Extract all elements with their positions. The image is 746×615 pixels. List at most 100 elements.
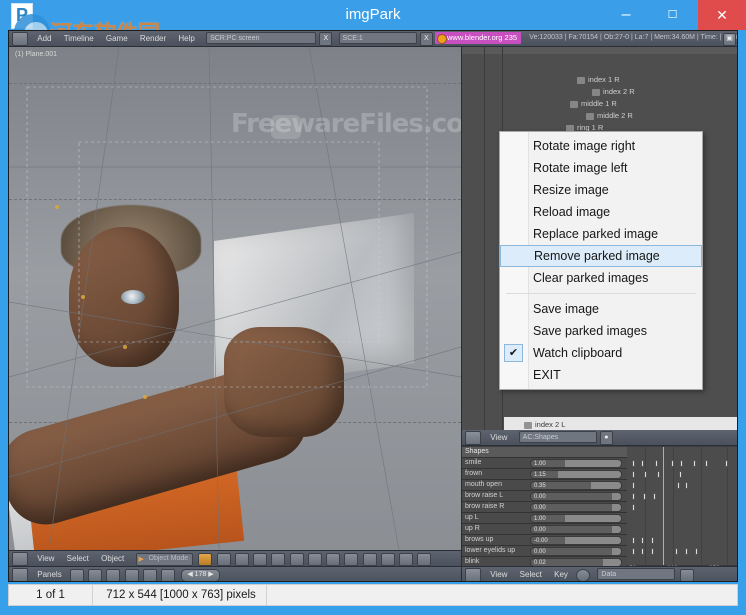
keyframe[interactable] [641, 537, 644, 544]
keyframe[interactable] [632, 548, 635, 555]
action-menu-view[interactable]: View [485, 430, 512, 446]
action-browse-icon[interactable] [576, 569, 590, 582]
action-footer-menu-view[interactable]: View [485, 567, 512, 582]
keyframe[interactable] [651, 548, 654, 555]
keyframe[interactable] [725, 460, 728, 467]
channel-slider[interactable]: 0.00 [530, 525, 622, 534]
channel-row-brow-raise-r[interactable]: brow raise R 0.00 [462, 502, 627, 513]
channel-row-lower-eyelids-up[interactable]: lower eyelids up 0.00 [462, 546, 627, 557]
menu-timeline[interactable]: Timeline [59, 31, 99, 47]
layer-5-icon[interactable] [326, 553, 340, 566]
action-keyframe-grid[interactable] [627, 447, 738, 565]
keyframe[interactable] [641, 460, 644, 467]
keyframe[interactable] [671, 460, 674, 467]
channel-row-smile[interactable]: smile 1.00 [462, 458, 627, 469]
menu-item-reload-image[interactable]: Reload image [500, 201, 702, 223]
minimize-button[interactable]: – [605, 0, 647, 30]
layer-6-icon[interactable] [344, 553, 358, 566]
action-footer-menu-key[interactable]: Key [549, 567, 573, 582]
pivot-icon[interactable] [217, 553, 231, 566]
channel-slider[interactable]: 1.15 [530, 470, 622, 479]
channel-slider[interactable]: 0.00 [530, 547, 622, 556]
blender-window-type-icon[interactable] [12, 32, 28, 46]
close-button[interactable]: ✕ [698, 0, 746, 30]
context-menu[interactable]: Rotate image right Rotate image left Res… [499, 131, 703, 390]
keyframe[interactable] [685, 548, 688, 555]
channel-row-up-l[interactable]: up L 1.00 [462, 513, 627, 524]
buttons-editor-type-icon[interactable] [12, 568, 28, 582]
keyframe[interactable] [632, 493, 635, 500]
layer-2-icon[interactable] [271, 553, 285, 566]
viewport-3d[interactable]: FreewareFiles.com [9, 47, 461, 550]
keyframe[interactable] [653, 493, 656, 500]
outliner-item-index-2-r[interactable]: index 2 R [592, 87, 635, 96]
keyframe[interactable] [632, 504, 635, 511]
menu-item-save-image[interactable]: Save image [500, 298, 702, 320]
maximize-button[interactable]: ☐ [652, 0, 694, 30]
panels-menu[interactable]: Panels [32, 567, 66, 582]
keyframe[interactable] [632, 471, 635, 478]
keyframe[interactable] [651, 537, 654, 544]
current-frame-field[interactable]: ◀ 178 ▶ [181, 569, 219, 582]
channel-row-mouth-open[interactable]: mouth open 0.35 [462, 480, 627, 491]
channel-group-header[interactable]: Shapes [462, 447, 627, 458]
panel-scene-icon[interactable] [125, 569, 139, 582]
menu-game[interactable]: Game [101, 31, 133, 47]
keyframe[interactable] [657, 471, 660, 478]
channel-slider[interactable]: 1.00 [530, 514, 622, 523]
panel-object-icon[interactable] [88, 569, 102, 582]
keyframe[interactable] [680, 460, 683, 467]
scene-delete-icon[interactable]: X [420, 32, 433, 46]
keyframe[interactable] [644, 471, 647, 478]
viewport-menu-view[interactable]: View [32, 551, 59, 567]
channel-slider[interactable]: 0.00 [530, 492, 622, 501]
action-fake-user-icon[interactable] [680, 569, 694, 582]
keyframe[interactable] [693, 460, 696, 467]
menu-item-resize-image[interactable]: Resize image [500, 179, 702, 201]
viewport-menu-object[interactable]: Object [96, 551, 129, 567]
menu-item-rotate-image-right[interactable]: Rotate image right [500, 135, 702, 157]
keyframe[interactable] [632, 537, 635, 544]
shading-mode-icon[interactable] [198, 553, 212, 566]
parked-image-blender-screenshot[interactable]: Add Timeline Game Render Help SCR:PC scr… [8, 30, 738, 582]
menu-help[interactable]: Help [173, 31, 199, 47]
viewport-editor-type-icon[interactable] [12, 552, 28, 566]
layer-1-icon[interactable] [253, 553, 267, 566]
menu-add[interactable]: Add [32, 31, 56, 47]
keyframe[interactable] [685, 482, 688, 489]
panel-shading-icon[interactable] [143, 569, 157, 582]
menu-render[interactable]: Render [135, 31, 171, 47]
layer-3-icon[interactable] [290, 553, 304, 566]
channel-row-frown[interactable]: frown 1.15 [462, 469, 627, 480]
menu-item-save-parked-images[interactable]: Save parked images [500, 320, 702, 342]
channel-slider[interactable]: 1.00 [530, 459, 622, 468]
channel-row-brow-raise-l[interactable]: brow raise L 0.00 [462, 491, 627, 502]
menu-item-replace-parked-image[interactable]: Replace parked image [500, 223, 702, 245]
action-channel-list[interactable]: Shapes smile 1.00 frown 1.15 mouth open … [462, 447, 738, 565]
action-name-field[interactable]: AC:Shapes [519, 431, 597, 443]
layer-8-icon[interactable] [381, 553, 395, 566]
menu-item-rotate-image-left[interactable]: Rotate image left [500, 157, 702, 179]
keyframe[interactable] [655, 460, 658, 467]
channel-slider[interactable]: 0.00 [530, 503, 622, 512]
action-unlink-icon[interactable]: ● [600, 431, 613, 445]
keyframe[interactable] [632, 482, 635, 489]
screen-field[interactable]: SCR:PC screen [206, 32, 316, 44]
channel-row-brows-up[interactable]: brows up -0.00 [462, 535, 627, 546]
action-footer-menu-select[interactable]: Select [515, 567, 547, 582]
outliner-item-middle-2-r[interactable]: middle 2 R [586, 111, 633, 120]
blender-version-url[interactable]: www.blender.org 235 [435, 32, 521, 44]
keyframe[interactable] [675, 548, 678, 555]
action-footer-type-icon[interactable] [465, 568, 481, 582]
menu-item-remove-parked-image[interactable]: Remove parked image [500, 245, 702, 267]
panel-editing-icon[interactable] [106, 569, 120, 582]
panel-logic-icon[interactable] [161, 569, 175, 582]
keyframe[interactable] [679, 471, 682, 478]
action-data-field[interactable]: Data [597, 568, 675, 580]
render-preview-icon[interactable] [417, 553, 431, 566]
keyframe[interactable] [695, 548, 698, 555]
channel-slider[interactable]: -0.00 [530, 536, 622, 545]
keyframe[interactable] [632, 460, 635, 467]
keyframe[interactable] [641, 548, 644, 555]
playhead-icon[interactable] [663, 447, 664, 565]
